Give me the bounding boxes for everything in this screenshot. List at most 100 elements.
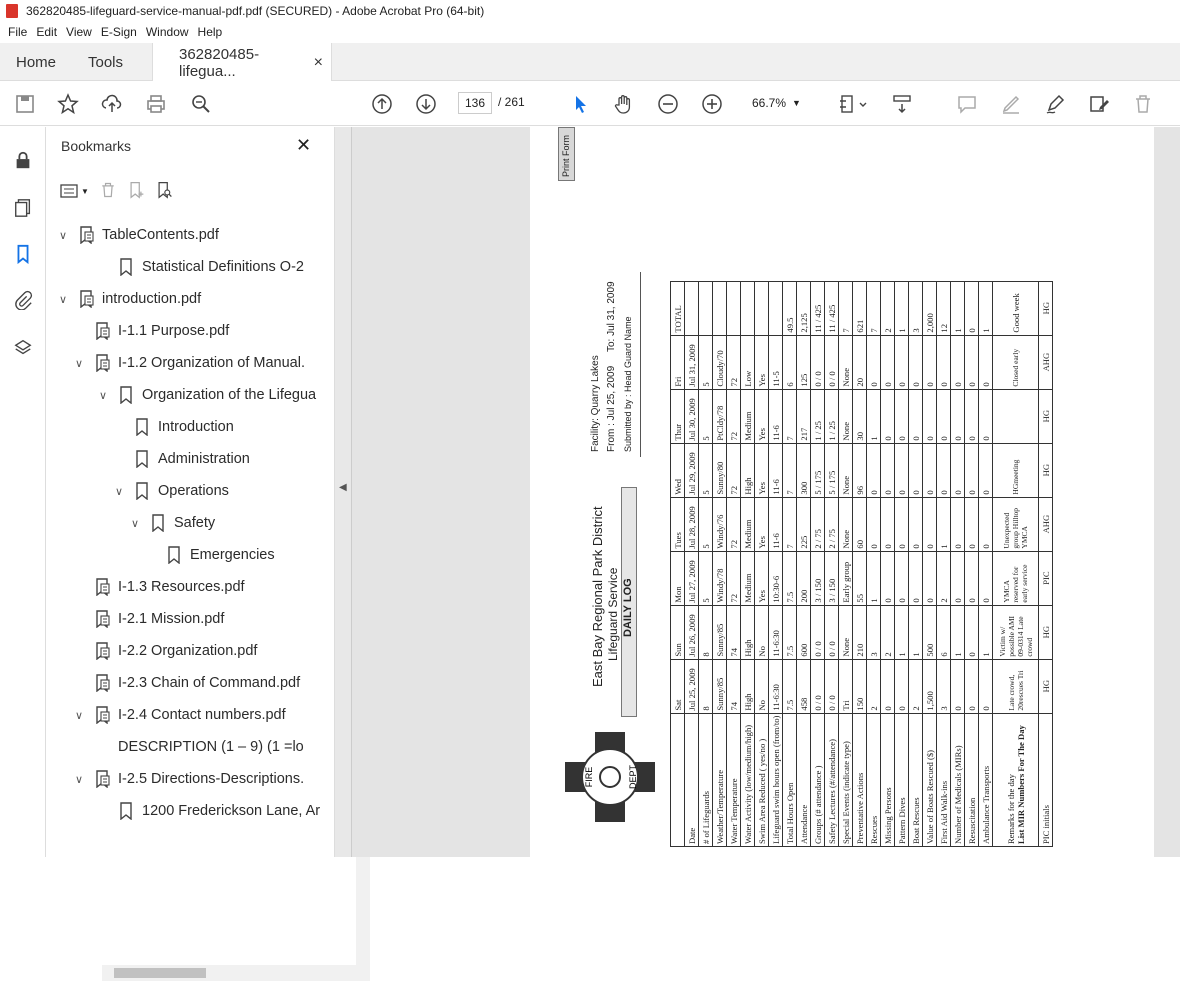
tab-home[interactable]: Home — [16, 43, 56, 81]
menu-window[interactable]: Window — [146, 25, 189, 39]
window-title: 362820485-lifeguard-service-manual-pdf.p… — [26, 4, 485, 18]
bookmark-item[interactable]: DESCRIPTION (1 – 9) (1 =lo — [96, 733, 304, 761]
page-number-input[interactable]: 136 — [458, 92, 492, 114]
value-cell: 20 — [852, 335, 867, 390]
bookmark-item[interactable]: Introduction — [112, 413, 234, 441]
table-row: Safety Lectures (#/attendance) 0 / 00 / 0… — [824, 281, 839, 847]
tab-document[interactable]: 362820485-lifegua... × — [152, 43, 332, 82]
bookmark-item[interactable]: I-2.2 Organization.pdf — [72, 637, 257, 665]
bookmark-item[interactable]: ∨ introduction.pdf — [56, 285, 201, 313]
zoom-select[interactable]: 66.7% ▼ — [744, 92, 814, 114]
remarks-total-cell: Good week — [992, 281, 1039, 336]
print-form-button[interactable]: Print Form — [558, 127, 575, 181]
bookmark-item[interactable]: ∨ TableContents.pdf — [56, 221, 219, 249]
bookmark-item[interactable]: Emergencies — [144, 541, 275, 569]
collapse-panel-icon[interactable]: ◀ — [339, 482, 347, 493]
chevron-down-icon[interactable]: ∨ — [72, 773, 86, 786]
zoom-search-icon[interactable] — [188, 91, 214, 117]
value-cell: 8 — [698, 659, 713, 714]
bookmark-icon — [136, 450, 148, 468]
row-label: Weather/Temperature — [712, 713, 727, 847]
chevron-down-icon[interactable]: ∨ — [56, 229, 70, 242]
file-bookmark-icon — [80, 290, 94, 308]
bookmark-item[interactable]: ∨ I-1.2 Organization of Manual. — [72, 349, 305, 377]
bookmark-item[interactable]: ∨ I-2.5 Directions-Descriptions. — [72, 765, 304, 793]
hscroll-thumb[interactable] — [114, 968, 206, 978]
value-cell: Sunny/80 — [712, 443, 727, 498]
value-cell: 0 — [894, 335, 909, 390]
new-bookmark-icon[interactable] — [127, 181, 145, 202]
save-icon[interactable] — [12, 91, 38, 117]
bookmark-item[interactable]: Administration — [112, 445, 250, 473]
delete-icon[interactable] — [1130, 91, 1156, 117]
menu-edit[interactable]: Edit — [36, 25, 57, 39]
previous-page-icon[interactable] — [369, 91, 395, 117]
total-cell: 3 — [908, 281, 923, 336]
find-bookmark-icon[interactable] — [155, 181, 173, 202]
form-rule-line — [640, 272, 641, 457]
chevron-down-icon[interactable]: ∨ — [112, 485, 126, 498]
bookmarks-hscrollbar[interactable] — [102, 965, 370, 981]
menu-view[interactable]: View — [66, 25, 92, 39]
table-row: Value of Boats Rescued ($) 1,500 500 0 0 0 0 0 2… — [922, 281, 937, 847]
bookmarks-panel-icon[interactable] — [10, 241, 36, 267]
chevron-down-icon[interactable]: ∨ — [128, 517, 142, 530]
row-label: Water Activity (low/medium/high) — [740, 713, 755, 847]
zoom-in-icon[interactable] — [699, 91, 725, 117]
panel-splitter[interactable]: ◀ — [334, 127, 352, 857]
bookmark-item[interactable]: I-1.3 Resources.pdf — [72, 573, 245, 601]
layers-icon[interactable] — [10, 335, 36, 361]
close-icon[interactable]: ✕ — [296, 135, 311, 156]
value-cell: 96 — [852, 443, 867, 498]
upload-icon[interactable] — [99, 91, 125, 117]
chevron-down-icon[interactable]: ∨ — [56, 293, 70, 306]
delete-bookmark-icon[interactable] — [99, 181, 117, 202]
bookmark-item[interactable]: I-2.3 Chain of Command.pdf — [72, 669, 300, 697]
pages-icon[interactable] — [10, 195, 36, 221]
tab-tools[interactable]: Tools — [88, 43, 123, 81]
sign-pen-icon[interactable] — [1042, 91, 1068, 117]
mir-label: List MIR Numbers For The Day — [1015, 725, 1026, 844]
bookmark-item[interactable]: I-1.1 Purpose.pdf — [72, 317, 229, 345]
lock-icon[interactable] — [10, 147, 36, 173]
menu-file[interactable]: File — [8, 25, 27, 39]
bookmark-item[interactable]: ∨ Safety — [128, 509, 215, 537]
bookmark-item[interactable]: 2501 Grizzly Peak Blvd., Or — [96, 829, 320, 831]
fill-sign-icon[interactable] — [1086, 91, 1112, 117]
pic-cell: PIC — [1038, 551, 1053, 606]
bookmark-item[interactable]: I-2.1 Mission.pdf — [72, 605, 224, 633]
tab-close-icon[interactable]: × — [314, 54, 323, 72]
bookmark-item[interactable]: Statistical Definitions O-2 — [96, 253, 304, 281]
zoom-out-icon[interactable] — [655, 91, 681, 117]
table-row: Date Jul 25, 2009 Jul 26, 2009 Jul 27, 2009… — [684, 281, 699, 847]
chevron-down-icon[interactable]: ∨ — [96, 389, 110, 402]
total-cell: 621 — [852, 281, 867, 336]
value-cell: 2 — [908, 659, 923, 714]
comment-icon[interactable] — [954, 91, 980, 117]
bookmark-item[interactable]: ∨ Operations — [112, 477, 229, 505]
scroll-mode-icon[interactable] — [889, 91, 915, 117]
print-icon[interactable] — [143, 91, 169, 117]
options-menu-icon[interactable]: ▼ — [60, 183, 89, 199]
next-page-icon[interactable] — [413, 91, 439, 117]
value-cell: 0 — [950, 659, 965, 714]
page-fit-icon[interactable] — [835, 91, 871, 117]
chevron-down-icon[interactable]: ∨ — [72, 709, 86, 722]
chevron-down-icon[interactable]: ∨ — [72, 357, 86, 370]
total-cell: 11 / 425 — [810, 281, 825, 336]
value-cell: 125 — [796, 335, 811, 390]
highlight-pen-icon[interactable] — [998, 91, 1024, 117]
total-cell: 11 / 425 — [824, 281, 839, 336]
value-cell: 600 — [796, 605, 811, 660]
bookmark-item[interactable]: ∨ Organization of the Lifegua — [96, 381, 316, 409]
bookmark-item[interactable]: ∨ I-2.4 Contact numbers.pdf — [72, 701, 286, 729]
menu-help[interactable]: Help — [198, 25, 223, 39]
bookmark-item[interactable]: 1200 Frederickson Lane, Ar — [96, 797, 320, 825]
viewer-scrollbar[interactable] — [1155, 127, 1180, 857]
hand-tool-icon[interactable] — [611, 91, 637, 117]
menu-esign[interactable]: E-Sign — [101, 25, 137, 39]
select-cursor-icon[interactable] — [567, 91, 593, 117]
bookmark-star-icon[interactable] — [55, 91, 81, 117]
table-row: Missing Persons 0 2 0 0 0 0 0 2 — [880, 281, 895, 847]
attachments-icon[interactable] — [10, 287, 36, 313]
